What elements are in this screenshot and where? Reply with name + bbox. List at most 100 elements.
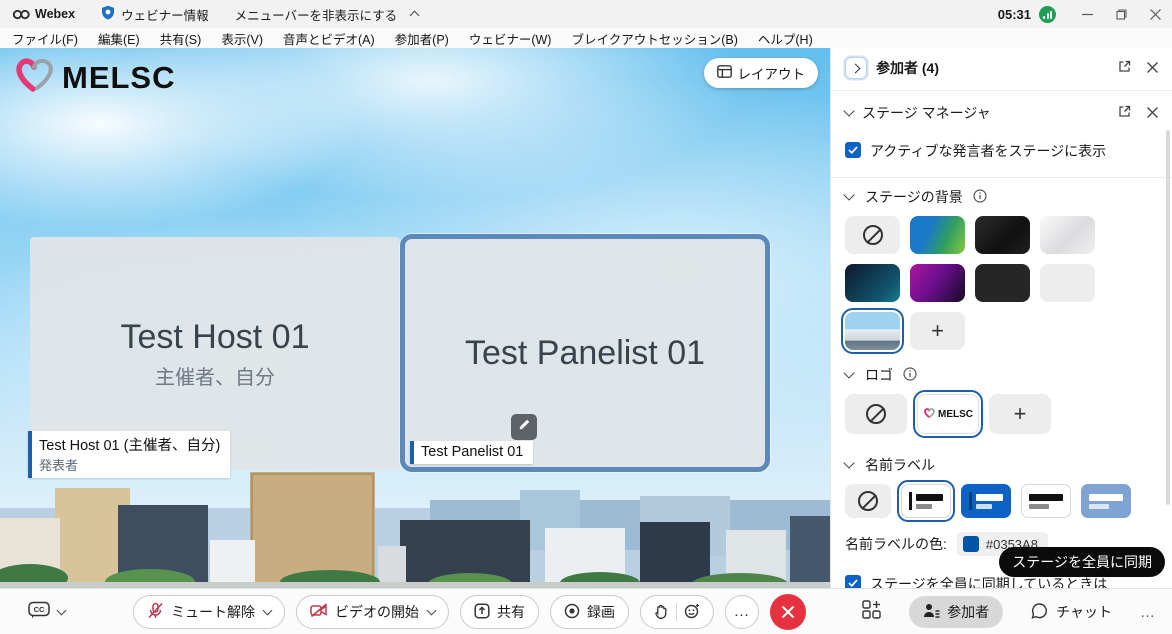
background-swatch-dark-teal[interactable]	[845, 264, 900, 302]
reactions-smiley-icon[interactable]	[684, 603, 700, 622]
unmute-menu-chevron[interactable]	[263, 606, 273, 616]
background-swatch-charcoal[interactable]	[975, 264, 1030, 302]
host-label-line1: Test Host 01 (主催者、自分)	[39, 434, 220, 455]
logo-section-header[interactable]: ロゴ	[831, 358, 1172, 392]
participants-panel-button[interactable]: 参加者	[909, 596, 1003, 628]
menu-audio-video[interactable]: 音声とビデオ(A)	[283, 29, 375, 48]
chevron-up-icon	[410, 11, 420, 21]
close-stage-manager-icon[interactable]	[1147, 105, 1158, 121]
name-label-swatch-blue[interactable]	[961, 484, 1011, 518]
stage-manager-title: ステージ マネージャ	[862, 103, 991, 123]
maximize-button[interactable]	[1104, 0, 1138, 28]
close-window-button[interactable]	[1138, 0, 1172, 28]
stage-area: MELSC レイアウト Test Host 01 主催者、自分 Test Hos…	[0, 48, 830, 588]
captions-menu-chevron[interactable]	[57, 605, 67, 615]
background-swatch-black[interactable]	[975, 216, 1030, 254]
panelist-name-label: Test Panelist 01	[410, 441, 533, 464]
chat-button-label: チャット	[1056, 602, 1112, 622]
background-swatch-city-selected[interactable]	[845, 312, 900, 350]
camera-off-icon	[310, 603, 328, 621]
add-logo-button[interactable]: +	[989, 394, 1051, 434]
webex-logo-icon	[12, 8, 31, 21]
control-toolbar: CC ミュート解除 ビデオの開始 共	[0, 588, 1172, 634]
panel-scrollbar[interactable]	[1166, 130, 1170, 505]
more-panels-button[interactable]: …	[1140, 604, 1156, 621]
chat-button[interactable]: チャット	[1031, 602, 1112, 622]
info-icon[interactable]	[973, 189, 987, 206]
city-skyline-background	[0, 470, 830, 588]
chat-bubble-icon	[1031, 603, 1048, 622]
record-button[interactable]: 録画	[550, 595, 629, 629]
add-background-button[interactable]: +	[910, 312, 965, 350]
name-label-swatch-plain[interactable]	[1021, 484, 1071, 518]
color-swatch-blue	[963, 536, 979, 552]
popout-stage-manager-icon[interactable]	[1118, 105, 1131, 121]
apps-button[interactable]	[862, 600, 881, 624]
active-speaker-checkbox-row[interactable]: アクティブな発言者をステージに表示	[831, 133, 1172, 169]
webinar-info-button[interactable]: ウェビナー情報	[101, 5, 209, 24]
chevron-right-icon	[850, 63, 860, 73]
host-name-label: Test Host 01 (主催者、自分) 発表者	[28, 431, 230, 478]
close-panel-icon[interactable]	[1147, 60, 1158, 76]
stage-manager-header: ステージ マネージャ	[831, 93, 1172, 133]
background-swatch-blue-green[interactable]	[910, 216, 965, 254]
popout-panel-icon[interactable]	[1118, 60, 1131, 76]
name-label-section-header[interactable]: 名前ラベル	[831, 448, 1172, 482]
menu-share[interactable]: 共有(S)	[160, 29, 202, 48]
share-button[interactable]: 共有	[460, 595, 539, 629]
background-swatch-light-gray[interactable]	[1040, 264, 1095, 302]
host-display-name: Test Host 01	[121, 318, 310, 357]
start-video-button[interactable]: ビデオの開始	[296, 595, 449, 629]
menu-participants[interactable]: 参加者(P)	[395, 29, 449, 48]
name-label-swatch-translucent[interactable]	[1081, 484, 1131, 518]
logo-swatch-melsc-text: MELSC	[938, 409, 973, 420]
menu-breakout[interactable]: ブレイクアウトセッション(B)	[571, 29, 737, 48]
melsc-heart-icon	[12, 54, 58, 101]
name-label-swatch-left-bar-selected[interactable]	[901, 484, 951, 518]
none-icon	[866, 404, 886, 424]
video-tile-host[interactable]: Test Host 01 主催者、自分 Test Host 01 (主催者、自分…	[30, 237, 400, 470]
info-icon[interactable]	[903, 367, 917, 384]
share-label: 共有	[497, 602, 525, 622]
edit-name-label-button[interactable]	[511, 414, 537, 440]
raise-hand-icon[interactable]	[654, 603, 669, 622]
hide-menubar-button[interactable]: メニューバーを非表示にする	[235, 5, 419, 24]
background-swatch-light-swirl[interactable]	[1040, 216, 1095, 254]
record-icon	[564, 603, 580, 622]
name-label-swatch-none[interactable]	[845, 484, 891, 518]
collapse-panel-button[interactable]	[845, 57, 867, 79]
start-video-label: ビデオの開始	[335, 602, 419, 622]
more-options-button[interactable]: …	[725, 595, 759, 629]
unmute-button[interactable]: ミュート解除	[133, 595, 285, 629]
panel-divider	[831, 90, 1172, 91]
background-swatch-purple[interactable]	[910, 264, 965, 302]
leave-meeting-button[interactable]	[770, 594, 806, 630]
name-label-color-label: 名前ラベルの色:	[845, 534, 947, 554]
checkbox-checked-icon[interactable]	[845, 142, 861, 158]
video-tile-panelist[interactable]: Test Panelist 01 Test Panelist 01	[400, 234, 770, 472]
captions-button[interactable]: CC	[28, 601, 50, 624]
background-swatch-none[interactable]	[845, 216, 900, 254]
host-role-subtitle: 主催者、自分	[155, 361, 275, 390]
logo-swatch-none[interactable]	[845, 394, 907, 434]
stage-background-section-header[interactable]: ステージの背景	[831, 180, 1172, 214]
titlebar: Webex ウェビナー情報 メニューバーを非表示にする 05:31	[0, 0, 1172, 28]
menu-help[interactable]: ヘルプ(H)	[758, 29, 813, 48]
menu-file[interactable]: ファイル(F)	[12, 29, 78, 48]
panelist-display-name: Test Panelist 01	[465, 334, 705, 373]
menu-view[interactable]: 表示(V)	[221, 29, 263, 48]
logo-swatch-melsc-selected[interactable]: MELSC	[917, 394, 979, 434]
divider	[676, 603, 677, 621]
video-menu-chevron[interactable]	[427, 606, 437, 616]
menu-edit[interactable]: 編集(E)	[98, 29, 140, 48]
layout-button[interactable]: レイアウト	[704, 58, 819, 88]
host-label-line2: 発表者	[39, 455, 220, 474]
connection-quality-icon[interactable]	[1039, 6, 1056, 23]
sync-stage-button[interactable]: ステージを全員に同期	[999, 547, 1165, 577]
panelist-label-line1: Test Panelist 01	[421, 444, 523, 460]
logo-swatch-row: MELSC +	[831, 392, 1172, 442]
minimize-button[interactable]	[1070, 0, 1104, 28]
chevron-down-icon	[843, 368, 854, 379]
chevron-down-icon[interactable]	[843, 105, 854, 116]
menu-webinar[interactable]: ウェビナー(W)	[469, 29, 552, 48]
